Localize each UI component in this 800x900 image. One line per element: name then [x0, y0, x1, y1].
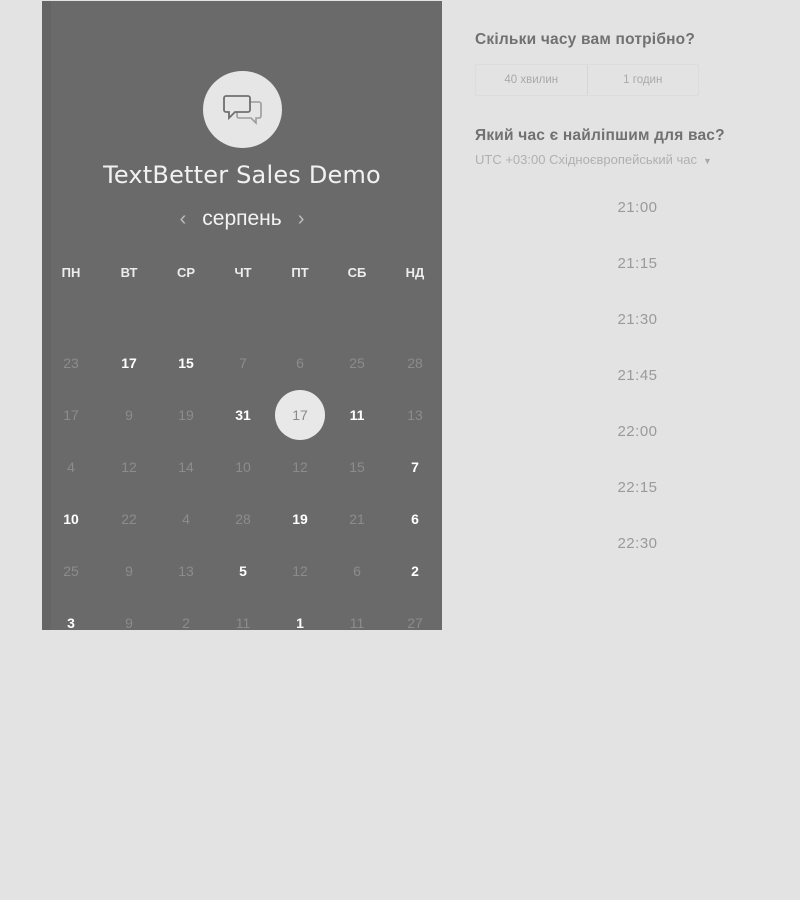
- calendar-day: 21: [349, 511, 365, 527]
- calendar-day[interactable]: 3: [48, 600, 94, 630]
- calendar-day[interactable]: 17: [106, 340, 152, 386]
- time-slot[interactable]: 21:15: [475, 254, 800, 274]
- calendar-day: 14: [178, 459, 194, 475]
- time-slot[interactable]: 22:30: [475, 534, 800, 554]
- calendar-day: 12: [292, 459, 308, 475]
- calendar-day[interactable]: 2: [392, 548, 438, 594]
- calendar-day: 2: [182, 615, 190, 630]
- time-slot[interactable]: 21:45: [475, 366, 800, 386]
- timezone-value: UTC +03:00 Східноєвропейський час: [475, 152, 697, 167]
- calendar-day[interactable]: 1: [277, 600, 323, 630]
- calendar-day: 11: [349, 615, 365, 630]
- calendar-day[interactable]: 6: [392, 496, 438, 542]
- time-slot[interactable]: 22:15: [475, 478, 800, 498]
- duration-toggle: 40 хвилин 1 годин: [475, 64, 699, 96]
- calendar-day: 10: [235, 459, 251, 475]
- calendar-day-selected[interactable]: 17: [275, 390, 325, 440]
- calendar-day[interactable]: 11: [334, 392, 380, 438]
- calendar-day: 9: [125, 563, 133, 579]
- calendar-day: 9: [125, 615, 133, 630]
- calendar-day[interactable]: 7: [392, 444, 438, 490]
- calendar-day: 12: [292, 563, 308, 579]
- calendar-day: 13: [407, 407, 423, 423]
- calendar-day: 4: [67, 459, 75, 475]
- duration-question: Скільки часу вам потрібно?: [475, 31, 695, 48]
- caret-down-icon: ▼: [702, 156, 712, 166]
- calendar-day: 9: [125, 407, 133, 423]
- calendar-day[interactable]: 15: [163, 340, 209, 386]
- calendar-day: 27: [407, 615, 423, 630]
- time-selection-panel: Скільки часу вам потрібно? 40 хвилин 1 г…: [475, 0, 800, 900]
- calendar-day: 25: [63, 563, 79, 579]
- calendar-day: 19: [178, 407, 194, 423]
- calendar-day: 4: [182, 511, 190, 527]
- calendar-day: 23: [63, 355, 79, 371]
- calendar-day: 6: [296, 355, 304, 371]
- time-slot[interactable]: 21:00: [475, 198, 800, 218]
- timezone-select[interactable]: UTC +03:00 Східноєвропейський час ▼: [475, 152, 712, 167]
- calendar-day[interactable]: 10: [48, 496, 94, 542]
- duration-option-1-hour[interactable]: 1 годин: [588, 65, 699, 95]
- time-slot[interactable]: 21:30: [475, 310, 800, 330]
- calendar-day: 28: [407, 355, 423, 371]
- calendar-day: 11: [235, 615, 251, 630]
- calendar-day: 13: [178, 563, 194, 579]
- calendar-day: 6: [353, 563, 361, 579]
- calendar-day: 28: [235, 511, 251, 527]
- calendar-day: 7: [239, 355, 247, 371]
- calendar-day: 17: [63, 407, 79, 423]
- calendar-day: 22: [121, 511, 137, 527]
- calendar-day: 15: [349, 459, 365, 475]
- calendar-day[interactable]: 31: [220, 392, 266, 438]
- calendar-days-grid: 23 17 15 7 6 25 28 17 9 19 31 17 11 13 4 12 14 10 12 15 7 10 2…: [42, 1, 442, 630]
- calendar-day[interactable]: 19: [277, 496, 323, 542]
- calendar-day[interactable]: 5: [220, 548, 266, 594]
- time-slot[interactable]: 22:00: [475, 422, 800, 442]
- booking-calendar-panel: TextBetter Sales Demo ‹ серпень › ПН ВТ СР…: [42, 1, 442, 630]
- calendar-day: 12: [121, 459, 137, 475]
- time-question: Який час є найліпшим для вас?: [475, 127, 725, 144]
- calendar-day: 25: [349, 355, 365, 371]
- duration-option-40-min[interactable]: 40 хвилин: [476, 65, 587, 95]
